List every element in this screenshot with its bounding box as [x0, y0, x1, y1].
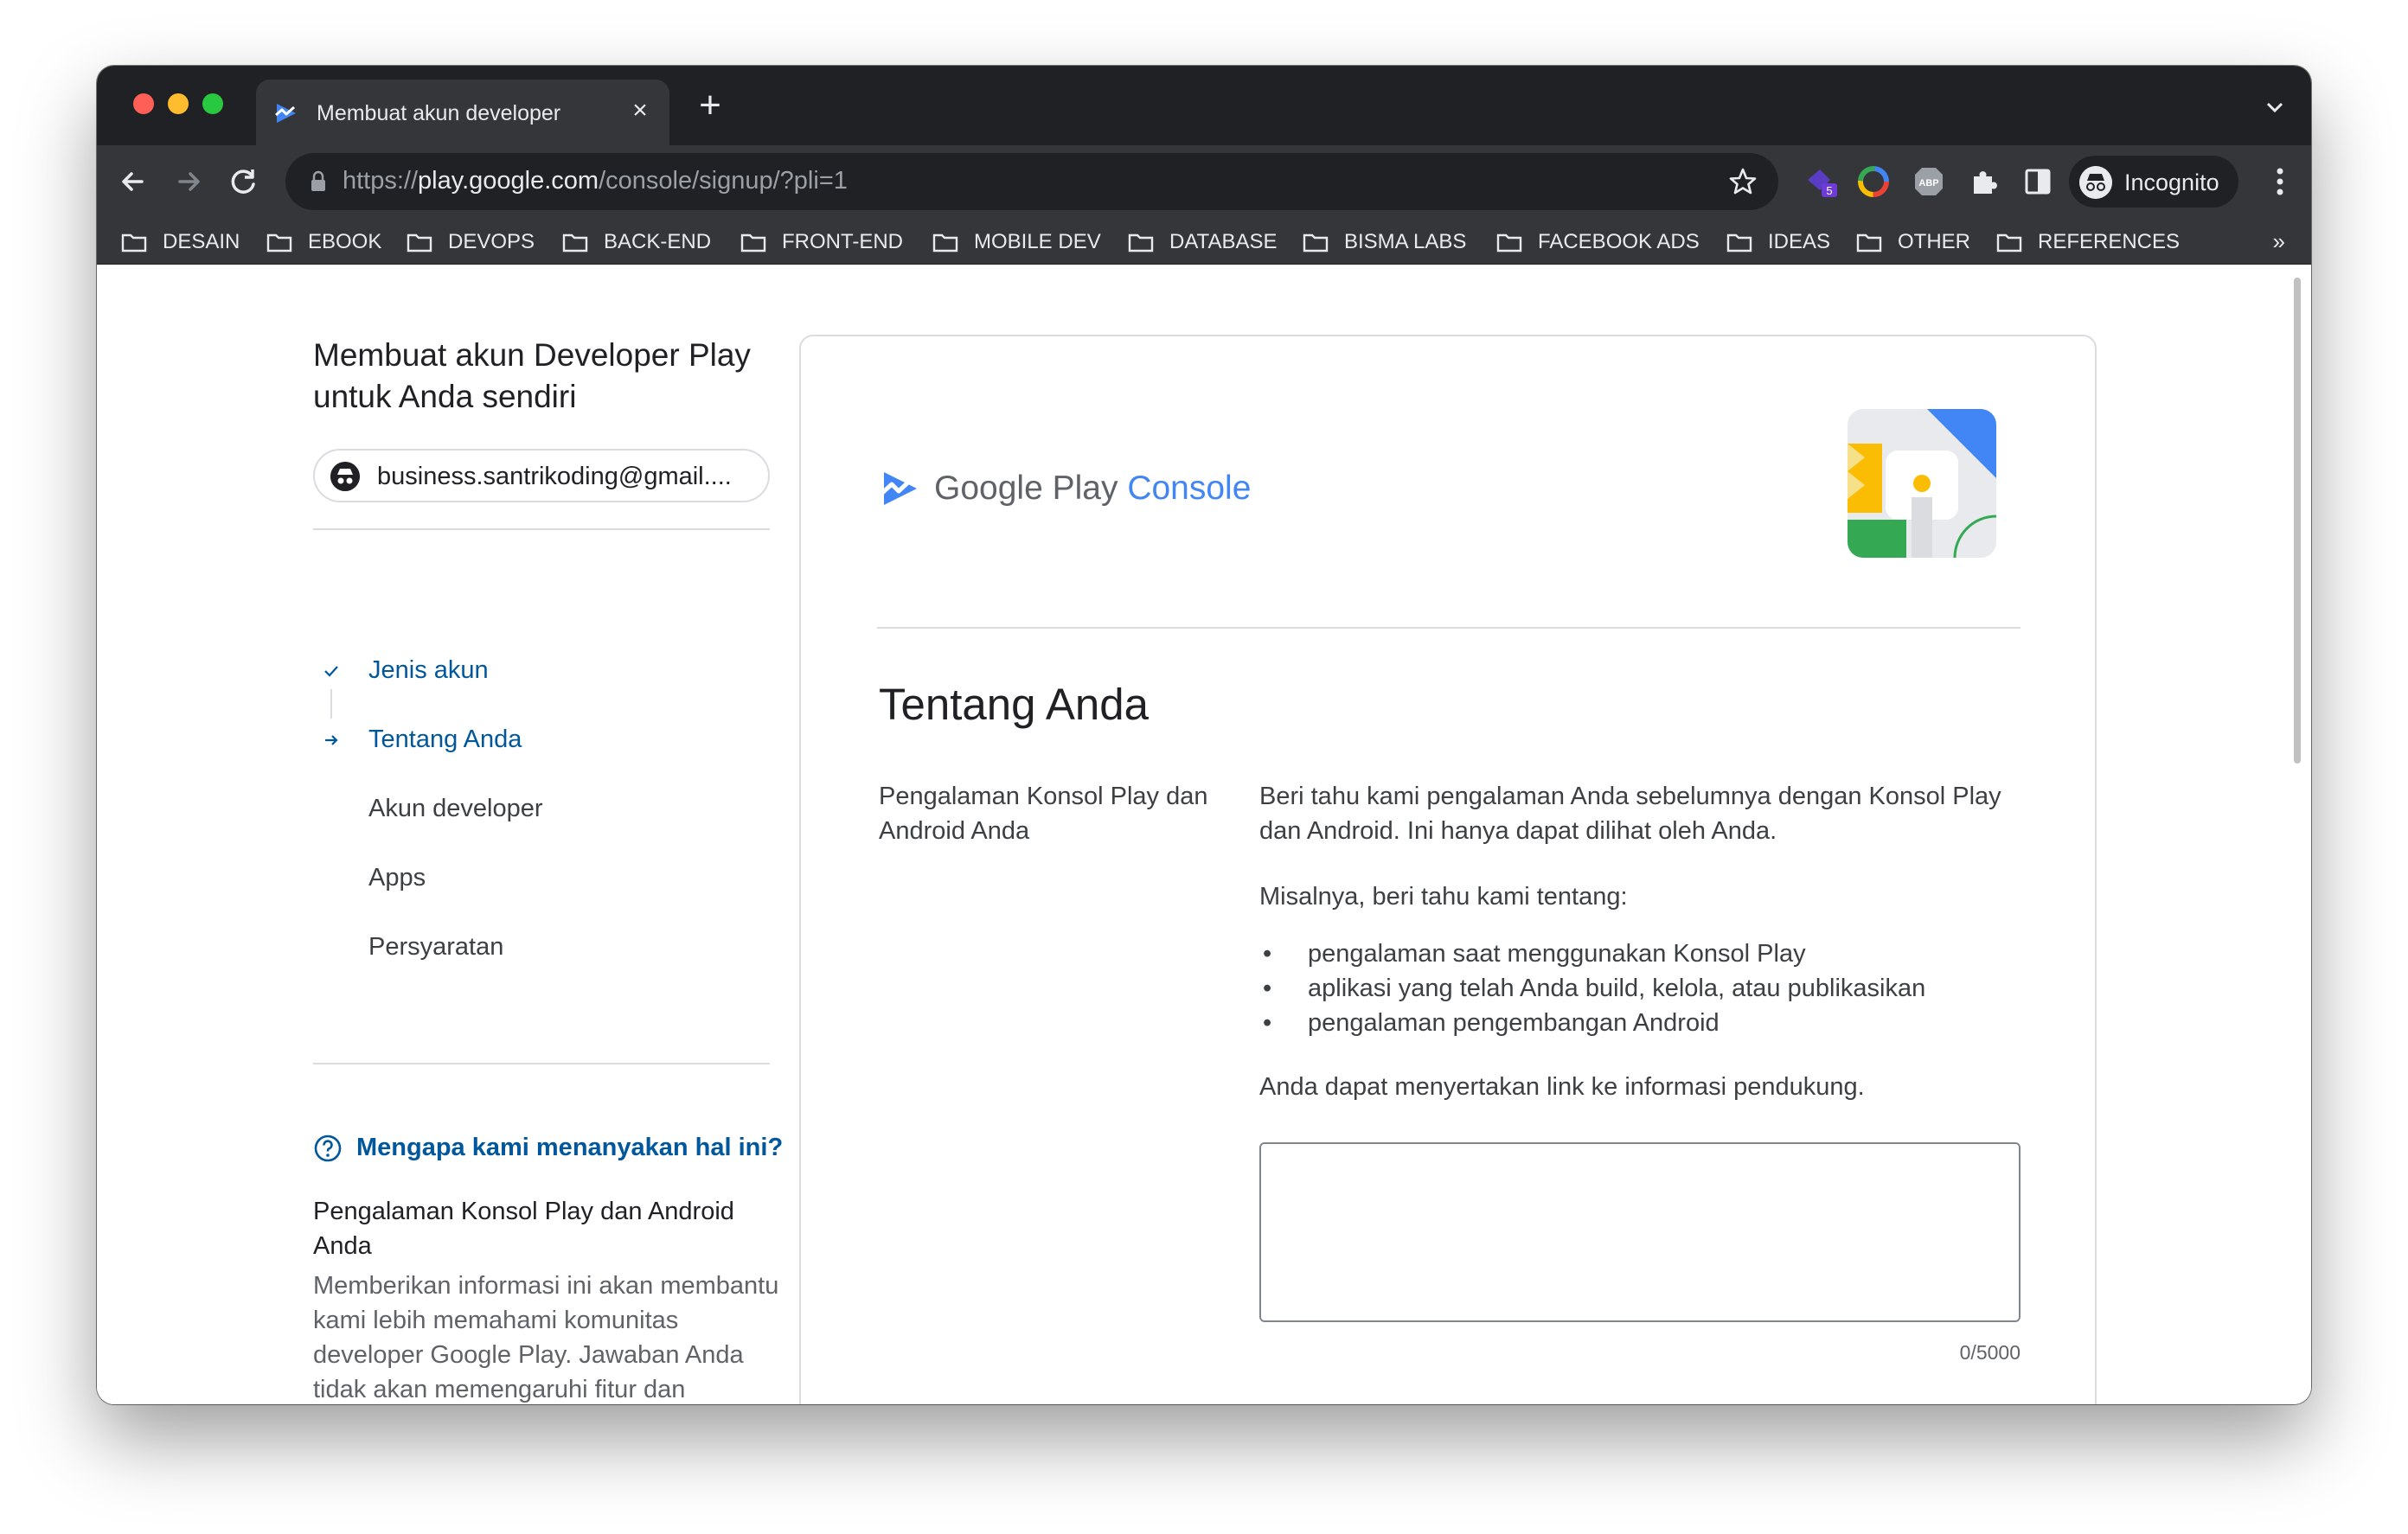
- folder-icon: [562, 233, 588, 252]
- bookmarks-bar: DESAIN EBOOK DEVOPS BACK-END FRONT-END M…: [97, 220, 2311, 265]
- extension-purple-icon[interactable]: 5: [1804, 164, 1839, 199]
- folder-icon: [407, 233, 432, 252]
- folder-icon: [1303, 233, 1329, 252]
- adblock-plus-icon[interactable]: ABP: [1912, 164, 1946, 199]
- bookmark-folder[interactable]: FRONT-END: [740, 228, 903, 256]
- page-content: Membuat akun Developer Play untuk Anda s…: [97, 265, 2311, 1404]
- bookmark-folder[interactable]: MOBILE DEV: [932, 228, 1101, 256]
- step-jenis-akun[interactable]: Jenis akun: [368, 656, 489, 685]
- incognito-icon: [2079, 166, 2112, 199]
- experience-textarea[interactable]: [1259, 1142, 2021, 1322]
- folder-icon: [1128, 233, 1154, 252]
- tab-search-chevron-icon[interactable]: [2258, 90, 2292, 125]
- divider: [313, 1063, 770, 1064]
- more-menu-icon[interactable]: [2273, 164, 2287, 199]
- step-persyaratan: Persyaratan: [368, 933, 504, 961]
- bookmark-folder[interactable]: DATABASE: [1128, 228, 1277, 256]
- check-icon: [324, 666, 338, 677]
- browser-toolbar: https://play.google.com/console/signup/?…: [97, 145, 2311, 220]
- bookmark-folder[interactable]: OTHER: [1856, 228, 1970, 256]
- character-counter: 0/5000: [1959, 1341, 2021, 1364]
- bookmark-folder[interactable]: FACEBOOK ADS: [1496, 228, 1700, 256]
- list-item: aplikasi yang telah Anda build, kelola, …: [1259, 971, 2021, 1006]
- help-body: Memberikan informasi ini akan membantu k…: [313, 1272, 779, 1403]
- folder-icon: [1856, 233, 1882, 252]
- bookmark-folder[interactable]: REFERENCES: [1996, 228, 2180, 256]
- account-email: business.santrikoding@gmail....: [377, 463, 732, 490]
- page-title: Tentang Anda: [879, 680, 1149, 729]
- tab-strip: Membuat akun developer × +: [97, 66, 2311, 145]
- extensions-puzzle-icon[interactable]: [1967, 164, 2001, 199]
- reload-icon[interactable]: [223, 161, 265, 202]
- minimize-window-button[interactable]: [168, 93, 189, 114]
- incognito-profile-button[interactable]: Incognito: [2069, 156, 2238, 208]
- card-divider: [877, 627, 2021, 629]
- arrow-right-icon: [325, 735, 338, 745]
- folder-icon: [932, 233, 958, 252]
- experience-description: Beri tahu kami pengalaman Anda sebelumny…: [1259, 783, 2001, 845]
- close-window-button[interactable]: [133, 93, 154, 114]
- bookmark-folder[interactable]: DEVOPS: [407, 228, 535, 256]
- signup-card: Google Play Console Tentang Anda Pengala…: [799, 335, 2097, 1404]
- example-intro: Misalnya, beri tahu kami tentang:: [1259, 883, 1628, 911]
- vertical-scrollbar[interactable]: [2294, 278, 2301, 764]
- help-circle-icon[interactable]: [313, 1134, 343, 1163]
- profile-illustration-icon: [1848, 409, 1996, 558]
- help-title: Pengalaman Konsol Play dan Android Anda: [313, 1198, 734, 1260]
- bookmark-folder[interactable]: DESAIN: [121, 228, 240, 256]
- folder-icon: [1996, 233, 2022, 252]
- bookmarks-overflow-button[interactable]: »: [2273, 228, 2285, 255]
- browser-window: Membuat akun developer × + https://play.…: [97, 66, 2311, 1404]
- incognito-label: Incognito: [2124, 169, 2219, 195]
- logo-console-text: Console: [1127, 470, 1252, 507]
- divider: [313, 528, 770, 530]
- experience-field-label: Pengalaman Konsol Play dan Android Anda: [879, 783, 1208, 845]
- list-item: pengalaman pengembangan Android: [1259, 1006, 2021, 1040]
- account-chip[interactable]: business.santrikoding@gmail....: [313, 449, 770, 502]
- step-apps: Apps: [368, 864, 426, 892]
- bookmark-folder[interactable]: IDEAS: [1726, 228, 1830, 256]
- bookmark-star-icon[interactable]: [1726, 165, 1759, 198]
- folder-icon: [1496, 233, 1522, 252]
- play-console-logo: Google Play Console: [879, 463, 1251, 515]
- play-console-favicon-icon: [275, 104, 296, 123]
- logo-google-play-text: Google Play: [934, 470, 1128, 507]
- new-tab-button[interactable]: +: [690, 86, 730, 126]
- list-item: pengalaman saat menggunakan Konsol Play: [1259, 936, 2021, 971]
- folder-icon: [121, 233, 147, 252]
- step-tentang-anda[interactable]: Tentang Anda: [368, 725, 522, 754]
- forward-arrow-icon[interactable]: [168, 161, 209, 202]
- step-connector: [330, 689, 332, 719]
- folder-icon: [1726, 233, 1752, 252]
- browser-tab[interactable]: Membuat akun developer ×: [256, 80, 669, 145]
- maximize-window-button[interactable]: [202, 93, 223, 114]
- folder-icon: [740, 233, 766, 252]
- play-console-logo-icon: [881, 472, 917, 505]
- side-panel-icon[interactable]: [2021, 164, 2055, 199]
- svg-text:ABP: ABP: [1918, 178, 1938, 189]
- bookmark-folder[interactable]: BISMA LABS: [1303, 228, 1466, 256]
- example-list: pengalaman saat menggunakan Konsol Play …: [1259, 936, 2021, 1040]
- bookmark-folder[interactable]: BACK-END: [562, 228, 711, 256]
- address-bar[interactable]: https://play.google.com/console/signup/?…: [285, 153, 1778, 210]
- lock-icon[interactable]: [310, 170, 327, 193]
- url-text[interactable]: https://play.google.com/console/signup/?…: [343, 167, 848, 195]
- support-note: Anda dapat menyertakan link ke informasi…: [1259, 1073, 1865, 1101]
- step-akun-developer: Akun developer: [368, 795, 543, 822]
- back-arrow-icon[interactable]: [112, 161, 154, 202]
- extension-badge-count: 5: [1826, 184, 1832, 197]
- color-picker-extension-icon[interactable]: [1856, 164, 1891, 199]
- why-ask-link[interactable]: Mengapa kami menanyakan hal ini?: [356, 1134, 783, 1162]
- folder-icon: [266, 233, 292, 252]
- sidebar-title: Membuat akun Developer Play untuk Anda s…: [313, 337, 751, 414]
- tab-close-icon[interactable]: ×: [623, 93, 657, 128]
- bookmark-folder[interactable]: EBOOK: [266, 228, 381, 256]
- incognito-avatar-icon: [330, 462, 360, 491]
- tab-title: Membuat akun developer: [317, 101, 561, 125]
